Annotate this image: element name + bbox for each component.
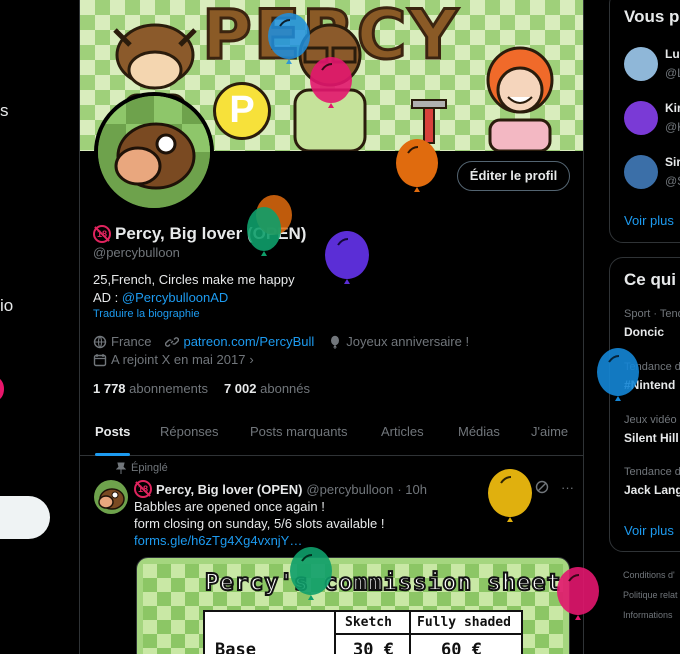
suggested-user-handle: @K bbox=[665, 120, 680, 134]
balloon-icon bbox=[325, 231, 369, 284]
footer-link[interactable]: Informations bbox=[623, 610, 673, 620]
bio-ad-prefix: AD : bbox=[93, 290, 122, 305]
pinned-label: Épinglé bbox=[131, 462, 168, 474]
balloon-icon bbox=[247, 195, 292, 256]
trend-meta: Sport · Tend bbox=[624, 308, 680, 320]
column-sketch: Sketch bbox=[345, 615, 392, 630]
translate-bio-link[interactable]: Traduire la biographie bbox=[93, 308, 200, 320]
follow-stats: 1 778 abonnements 7 002 abonnés bbox=[93, 381, 310, 396]
profile-location: France bbox=[111, 334, 152, 349]
chevron-right-icon[interactable]: › bbox=[249, 352, 253, 367]
notification-dot bbox=[0, 378, 4, 400]
left-navigation: s io bbox=[0, 0, 79, 654]
sheet-title: Percy's commission sheet bbox=[204, 569, 562, 597]
commission-sheet: Percy's commission sheet Sketch Fully sh… bbox=[143, 564, 563, 654]
pin-icon bbox=[116, 462, 126, 474]
tab-media[interactable]: Médias bbox=[458, 413, 500, 456]
bio-line: AD : @PercybulloonAD bbox=[93, 290, 228, 305]
profile-handle: @percybulloon bbox=[93, 245, 180, 260]
post-actions: ··· bbox=[535, 480, 574, 495]
pinned-indicator: Épinglé bbox=[116, 462, 168, 474]
post-button[interactable] bbox=[0, 496, 50, 539]
banner-character-redhead bbox=[486, 46, 554, 151]
banner-letter-p: P bbox=[213, 82, 271, 140]
who-to-follow-title: Vous p bbox=[624, 7, 680, 26]
suggested-user-name[interactable]: Kin bbox=[665, 101, 680, 115]
suggested-user-name[interactable]: Sir bbox=[665, 155, 680, 169]
price-fully-shaded: 60 € bbox=[441, 640, 482, 654]
column-fully-shaded: Fully shaded bbox=[417, 615, 511, 630]
nav-item-fragment[interactable]: s bbox=[0, 101, 9, 121]
trend-item[interactable]: Doncic bbox=[624, 325, 664, 339]
balloon-icon bbox=[488, 469, 532, 522]
balloon-birthday-icon bbox=[331, 335, 340, 349]
profile-tabs: Posts Réponses Posts marquants Articles … bbox=[80, 413, 583, 456]
post-link[interactable]: forms.gle/h6zTg4Xg4vxnjY… bbox=[134, 533, 302, 548]
profile-website-link[interactable]: patreon.com/PercyBull bbox=[183, 334, 314, 349]
suggested-user-name[interactable]: Lu bbox=[665, 47, 680, 61]
tab-replies[interactable]: Réponses bbox=[160, 413, 219, 456]
following-link[interactable]: 1 778 abonnements bbox=[93, 381, 208, 396]
price-sketch: 30 € bbox=[353, 640, 394, 654]
tab-highlights[interactable]: Posts marquants bbox=[250, 413, 348, 456]
age-restriction-icon: 18 bbox=[134, 480, 152, 498]
trends-title: Ce qui bbox=[624, 270, 676, 289]
see-more-link[interactable]: Voir plus bbox=[624, 523, 674, 538]
trend-item[interactable]: Jack Lang bbox=[624, 483, 680, 497]
more-options-icon[interactable]: ··· bbox=[561, 480, 574, 495]
balloon-icon bbox=[290, 547, 332, 600]
nav-item-fragment[interactable]: io bbox=[0, 296, 13, 316]
see-more-link[interactable]: Voir plus bbox=[624, 213, 674, 228]
post-image[interactable]: Percy's commission sheet Sketch Fully sh… bbox=[136, 557, 570, 654]
trend-meta: Jeux vidéo · bbox=[624, 414, 680, 426]
avatar-image bbox=[98, 96, 210, 208]
tab-articles[interactable]: Articles bbox=[381, 413, 424, 456]
balloon-icon bbox=[557, 567, 599, 620]
who-to-follow-card: Vous p Lu @L Kin @K Sir @S Voir plus bbox=[609, 0, 680, 243]
suggested-user-handle: @S bbox=[665, 174, 680, 188]
followers-link[interactable]: 7 002 abonnés bbox=[224, 381, 310, 396]
post-author-avatar[interactable] bbox=[94, 480, 128, 514]
profile-meta-row: A rejoint X en mai 2017 › bbox=[93, 352, 254, 367]
grok-icon[interactable] bbox=[535, 480, 549, 494]
price-table: Sketch Fully shaded Base 30 € 60 € bbox=[203, 610, 523, 654]
right-sidebar: Vous p Lu @L Kin @K Sir @S Voir plus Ce … bbox=[609, 0, 680, 654]
post-time[interactable]: · 10h bbox=[397, 482, 427, 497]
balloon-icon bbox=[268, 13, 310, 64]
post-author-name[interactable]: Percy, Big lover (OPEN) bbox=[156, 482, 302, 497]
post-text-line: form closing on sunday, 5/6 slots availa… bbox=[134, 516, 385, 531]
post-author-handle[interactable]: @percybulloon bbox=[306, 482, 393, 497]
bio-line: 25,French, Circles make me happy bbox=[93, 272, 295, 287]
avatar[interactable] bbox=[624, 47, 658, 81]
edit-profile-button[interactable]: Éditer le profil bbox=[457, 161, 570, 191]
footer-link[interactable]: Conditions d' bbox=[623, 570, 675, 580]
suggested-user-handle: @L bbox=[665, 66, 680, 80]
profile-meta-row: France patreon.com/PercyBull Joyeux anni… bbox=[93, 334, 469, 349]
avatar[interactable] bbox=[624, 101, 658, 135]
post-text-line: Babbles are opened once again ! bbox=[134, 499, 325, 514]
tab-likes[interactable]: J'aime bbox=[531, 413, 568, 456]
profile-birthday: Joyeux anniversaire ! bbox=[346, 334, 470, 349]
balloon-icon bbox=[310, 57, 352, 108]
post-header: 18 Percy, Big lover (OPEN) @percybulloon… bbox=[134, 480, 427, 498]
row-base: Base bbox=[215, 640, 256, 654]
bio-ad-link[interactable]: @PercybulloonAD bbox=[122, 290, 228, 305]
footer-link[interactable]: Politique relat bbox=[623, 590, 678, 600]
tab-posts[interactable]: Posts bbox=[95, 413, 131, 456]
balloon-icon bbox=[597, 348, 639, 401]
balloon-icon bbox=[396, 139, 438, 192]
calendar-icon bbox=[93, 353, 107, 366]
avatar[interactable] bbox=[624, 155, 658, 189]
age-restriction-icon: 18 bbox=[93, 225, 111, 243]
trend-item[interactable]: Silent Hill bbox=[624, 431, 679, 445]
link-icon bbox=[165, 336, 180, 347]
profile-joined-date: A rejoint X en mai 2017 bbox=[111, 352, 246, 367]
trend-meta: Tendance d bbox=[624, 466, 680, 478]
avatar-image bbox=[98, 488, 125, 510]
location-icon bbox=[93, 335, 107, 348]
profile-avatar[interactable] bbox=[94, 92, 214, 212]
